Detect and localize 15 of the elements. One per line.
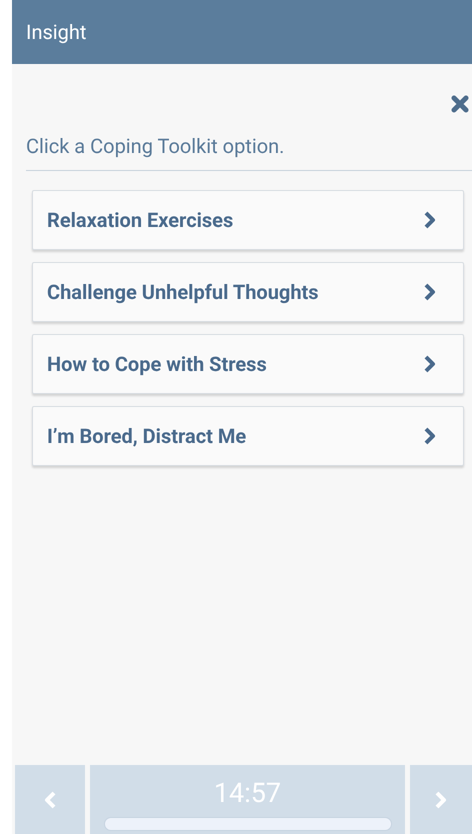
- chevron-right-icon: [423, 282, 437, 302]
- chevron-right-icon: [423, 354, 437, 374]
- instruction-text: Click a Coping Toolkit option.: [26, 134, 472, 171]
- toolkit-option[interactable]: How to Cope with Stress: [32, 334, 464, 394]
- previous-button[interactable]: [15, 765, 85, 834]
- toolkit-option[interactable]: Challenge Unhelpful Thoughts: [32, 262, 464, 322]
- close-icon[interactable]: [450, 94, 470, 114]
- toolkit-option[interactable]: I’m Bored, Distract Me: [32, 406, 464, 466]
- next-button[interactable]: [410, 765, 472, 834]
- chevron-right-icon: [434, 790, 448, 810]
- chevron-left-icon: [43, 790, 57, 810]
- chevron-right-icon: [423, 210, 437, 230]
- chevron-right-icon: [423, 426, 437, 446]
- app-title: Insight: [26, 20, 86, 44]
- toolkit-option[interactable]: Relaxation Exercises: [32, 190, 464, 250]
